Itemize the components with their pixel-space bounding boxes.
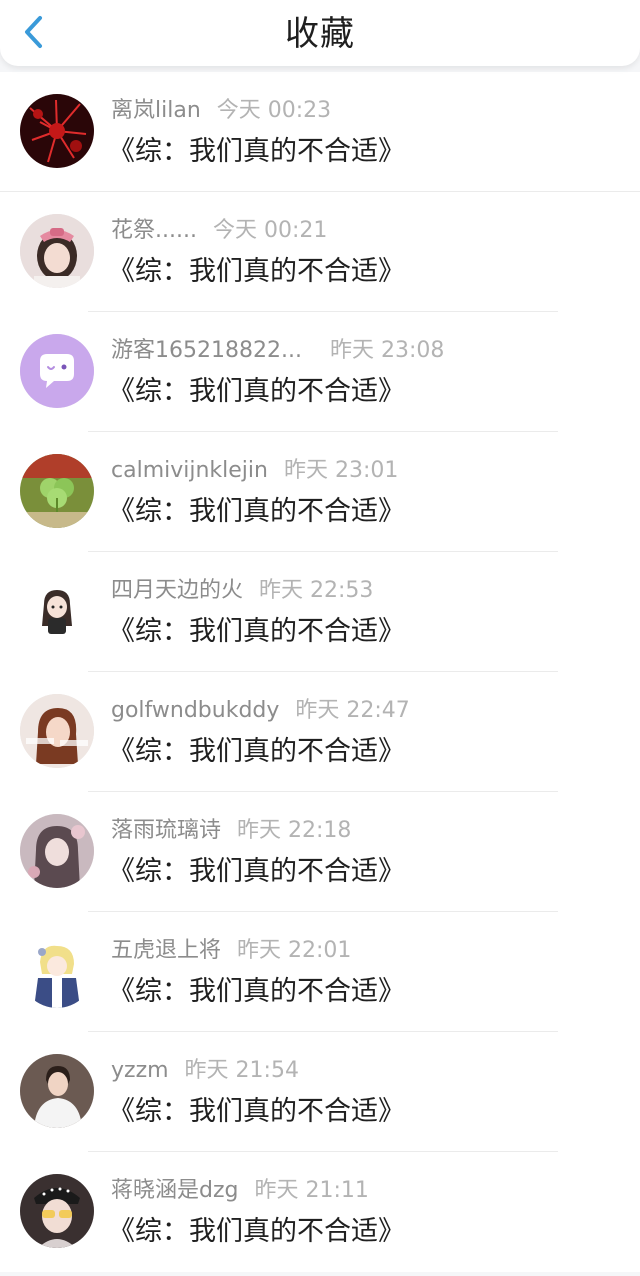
chibi-girl-avatar	[20, 574, 94, 648]
list-item[interactable]: golfwndbukddy 昨天 22:47 《综：我们真的不合适》	[0, 672, 640, 792]
man-white-shirt-avatar	[20, 1054, 94, 1128]
book-title: 《综：我们真的不合适》	[108, 736, 405, 767]
user-name: golfwndbukddy	[111, 698, 280, 723]
red-flower-avatar	[20, 94, 94, 168]
user-name: yzzm	[111, 1058, 169, 1083]
item-meta: calmivijnklejin 昨天 23:01	[111, 456, 398, 486]
book-title: 《综：我们真的不合适》	[108, 1216, 405, 1247]
user-name: calmivijnklejin	[111, 458, 268, 483]
timestamp: 今天 00:21	[212, 218, 328, 243]
book-title: 《综：我们真的不合适》	[108, 376, 405, 407]
list-item[interactable]: calmivijnklejin 昨天 23:01 《综：我们真的不合适》	[0, 432, 640, 552]
top-bar: 收藏	[0, 0, 640, 66]
illustrated-girl-avatar	[20, 814, 94, 888]
user-name: 离岚lilan	[111, 98, 201, 123]
item-meta: 四月天边的火 昨天 22:53	[111, 576, 373, 606]
user-name: 四月天边的火	[111, 578, 244, 603]
book-title: 《综：我们真的不合适》	[108, 1096, 405, 1127]
list-item[interactable]: 游客165218822... 昨天 23:08 《综：我们真的不合适》	[0, 312, 640, 432]
timestamp: 昨天 21:54	[184, 1058, 299, 1083]
user-name: 落雨琉璃诗	[111, 818, 222, 843]
timestamp: 昨天 23:08	[329, 338, 445, 363]
book-title: 《综：我们真的不合适》	[108, 136, 405, 167]
timestamp: 昨天 22:53	[259, 578, 374, 603]
list-item[interactable]: 四月天边的火 昨天 22:53 《综：我们真的不合适》	[0, 552, 640, 672]
item-meta: 蒋晓涵是dzg 昨天 21:11	[111, 1176, 369, 1206]
timestamp: 昨天 22:47	[295, 698, 410, 723]
list-item[interactable]: 离岚lilan 今天 00:23 《综：我们真的不合适》	[0, 72, 640, 192]
anime-glasses-avatar	[20, 1174, 94, 1248]
page-title: 收藏	[285, 14, 355, 54]
list-item[interactable]: 落雨琉璃诗 昨天 22:18 《综：我们真的不合适》	[0, 792, 640, 912]
clover-avatar	[20, 454, 94, 528]
item-meta: 离岚lilan 今天 00:23	[111, 96, 331, 126]
book-title: 《综：我们真的不合适》	[108, 856, 405, 887]
book-title: 《综：我们真的不合适》	[108, 976, 405, 1007]
book-title: 《综：我们真的不合适》	[108, 496, 405, 527]
timestamp: 昨天 22:18	[237, 818, 352, 843]
girl-pink-bow-avatar	[20, 214, 94, 288]
list-item[interactable]: 花祭...... 今天 00:21 《综：我们真的不合适》	[0, 192, 640, 312]
list-item[interactable]: yzzm 昨天 21:54 《综：我们真的不合适》	[0, 1032, 640, 1152]
item-meta: 落雨琉璃诗 昨天 22:18	[111, 816, 351, 846]
user-name: 蒋晓涵是dzg	[111, 1178, 239, 1203]
item-meta: 五虎退上将 昨天 22:01	[111, 936, 351, 966]
woman-portrait-avatar	[20, 694, 94, 768]
user-name: 五虎退上将	[111, 938, 222, 963]
book-title: 《综：我们真的不合适》	[108, 616, 405, 647]
favorites-list: 离岚lilan 今天 00:23 《综：我们真的不合适》 花祭...... 今天 0…	[0, 72, 640, 1272]
user-name: 花祭......	[111, 218, 197, 243]
timestamp: 今天 00:23	[216, 98, 332, 123]
anime-boy-avatar	[20, 934, 94, 1008]
item-meta: 游客165218822... 昨天 23:08	[111, 336, 444, 366]
item-meta: golfwndbukddy 昨天 22:47	[111, 696, 410, 726]
item-meta: yzzm 昨天 21:54	[111, 1056, 299, 1086]
user-name: 游客165218822...	[111, 338, 302, 363]
favorites-screen: 收藏 离岚lilan 今天 00:23 《综：我们真的不合适》 花祭......…	[0, 0, 640, 1276]
purple-chat-bubble-avatar	[20, 334, 94, 408]
timestamp: 昨天 22:01	[237, 938, 352, 963]
list-item[interactable]: 五虎退上将 昨天 22:01 《综：我们真的不合适》	[0, 912, 640, 1032]
list-item[interactable]: 蒋晓涵是dzg 昨天 21:11 《综：我们真的不合适》	[0, 1152, 640, 1272]
timestamp: 昨天 21:11	[254, 1178, 369, 1203]
book-title: 《综：我们真的不合适》	[108, 256, 405, 287]
timestamp: 昨天 23:01	[283, 458, 399, 483]
item-meta: 花祭...... 今天 00:21	[111, 216, 327, 246]
